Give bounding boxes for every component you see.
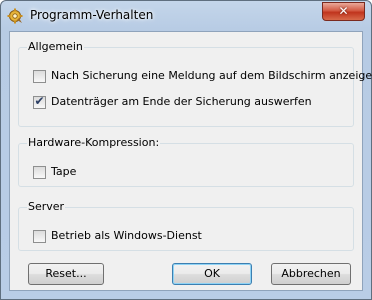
window-title: Programm-Verhalten bbox=[30, 8, 154, 22]
reset-button[interactable]: Reset... bbox=[28, 263, 104, 285]
checkbox-label[interactable]: Nach Sicherung eine Meldung auf dem Bild… bbox=[51, 69, 372, 82]
dialog-window: Programm-Verhalten ✕ Allgemein Nach Sich… bbox=[0, 0, 372, 300]
cancel-button[interactable]: Abbrechen bbox=[271, 263, 351, 285]
title-bar[interactable]: Programm-Verhalten ✕ bbox=[1, 1, 371, 31]
checkbox-box[interactable] bbox=[33, 166, 46, 179]
group-server: Server Betrieb als Windows-Dienst bbox=[18, 200, 354, 251]
gear-icon bbox=[7, 8, 23, 24]
group-hardware-label: Hardware-Kompression: bbox=[27, 136, 161, 149]
group-general-label: Allgemein bbox=[27, 40, 84, 53]
group-hardware-compression: Hardware-Kompression: Tape bbox=[18, 136, 354, 187]
close-icon: ✕ bbox=[338, 4, 349, 18]
group-server-label: Server bbox=[27, 200, 66, 213]
check-mark-icon: ✔ bbox=[34, 94, 45, 108]
checkbox-label[interactable]: Tape bbox=[51, 165, 76, 178]
ok-button[interactable]: OK bbox=[172, 263, 252, 285]
checkbox-box[interactable] bbox=[33, 70, 46, 83]
dialog-client: Allgemein Nach Sicherung eine Meldung au… bbox=[9, 31, 372, 291]
group-general: Allgemein Nach Sicherung eine Meldung au… bbox=[18, 40, 372, 127]
close-button[interactable]: ✕ bbox=[322, 2, 365, 21]
checkbox-box[interactable] bbox=[33, 230, 46, 243]
checkbox-box[interactable]: ✔ bbox=[33, 94, 46, 109]
checkbox-label[interactable]: Betrieb als Windows-Dienst bbox=[51, 229, 202, 242]
checkbox-label[interactable]: Datenträger am Ende der Sicherung auswer… bbox=[51, 95, 312, 108]
